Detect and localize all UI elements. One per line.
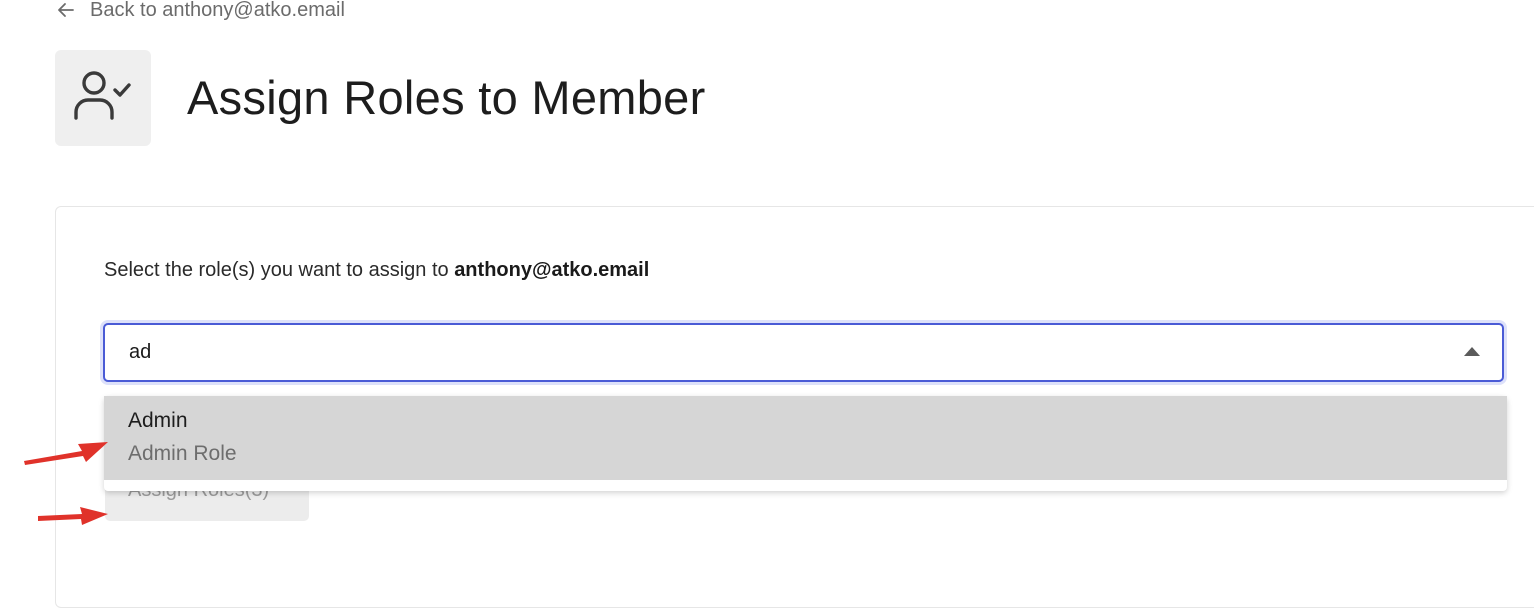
role-option-label: Admin: [128, 409, 188, 432]
role-option-description: Admin Role: [128, 442, 237, 465]
caret-up-icon[interactable]: [1464, 347, 1480, 356]
role-select[interactable]: [103, 323, 1504, 382]
page-title: Assign Roles to Member: [187, 71, 706, 124]
header-icon-container: [55, 50, 151, 146]
role-search-input[interactable]: [129, 325, 1429, 380]
instruction-prefix: Select the role(s) you want to assign to: [104, 259, 455, 281]
back-link-label: Back to anthony@atko.email: [90, 0, 345, 21]
user-check-icon: [72, 68, 134, 129]
annotation-arrow-button: [38, 507, 108, 525]
arrow-left-icon: [56, 0, 76, 20]
role-option-admin[interactable]: Admin Admin Role: [104, 396, 1507, 480]
annotation-arrow-option: [24, 442, 108, 465]
role-options-dropdown: Admin Admin Role: [104, 396, 1507, 491]
instruction-text: Select the role(s) you want to assign to…: [104, 259, 649, 282]
back-link[interactable]: Back to anthony@atko.email: [56, 0, 345, 24]
instruction-email: anthony@atko.email: [454, 259, 650, 281]
